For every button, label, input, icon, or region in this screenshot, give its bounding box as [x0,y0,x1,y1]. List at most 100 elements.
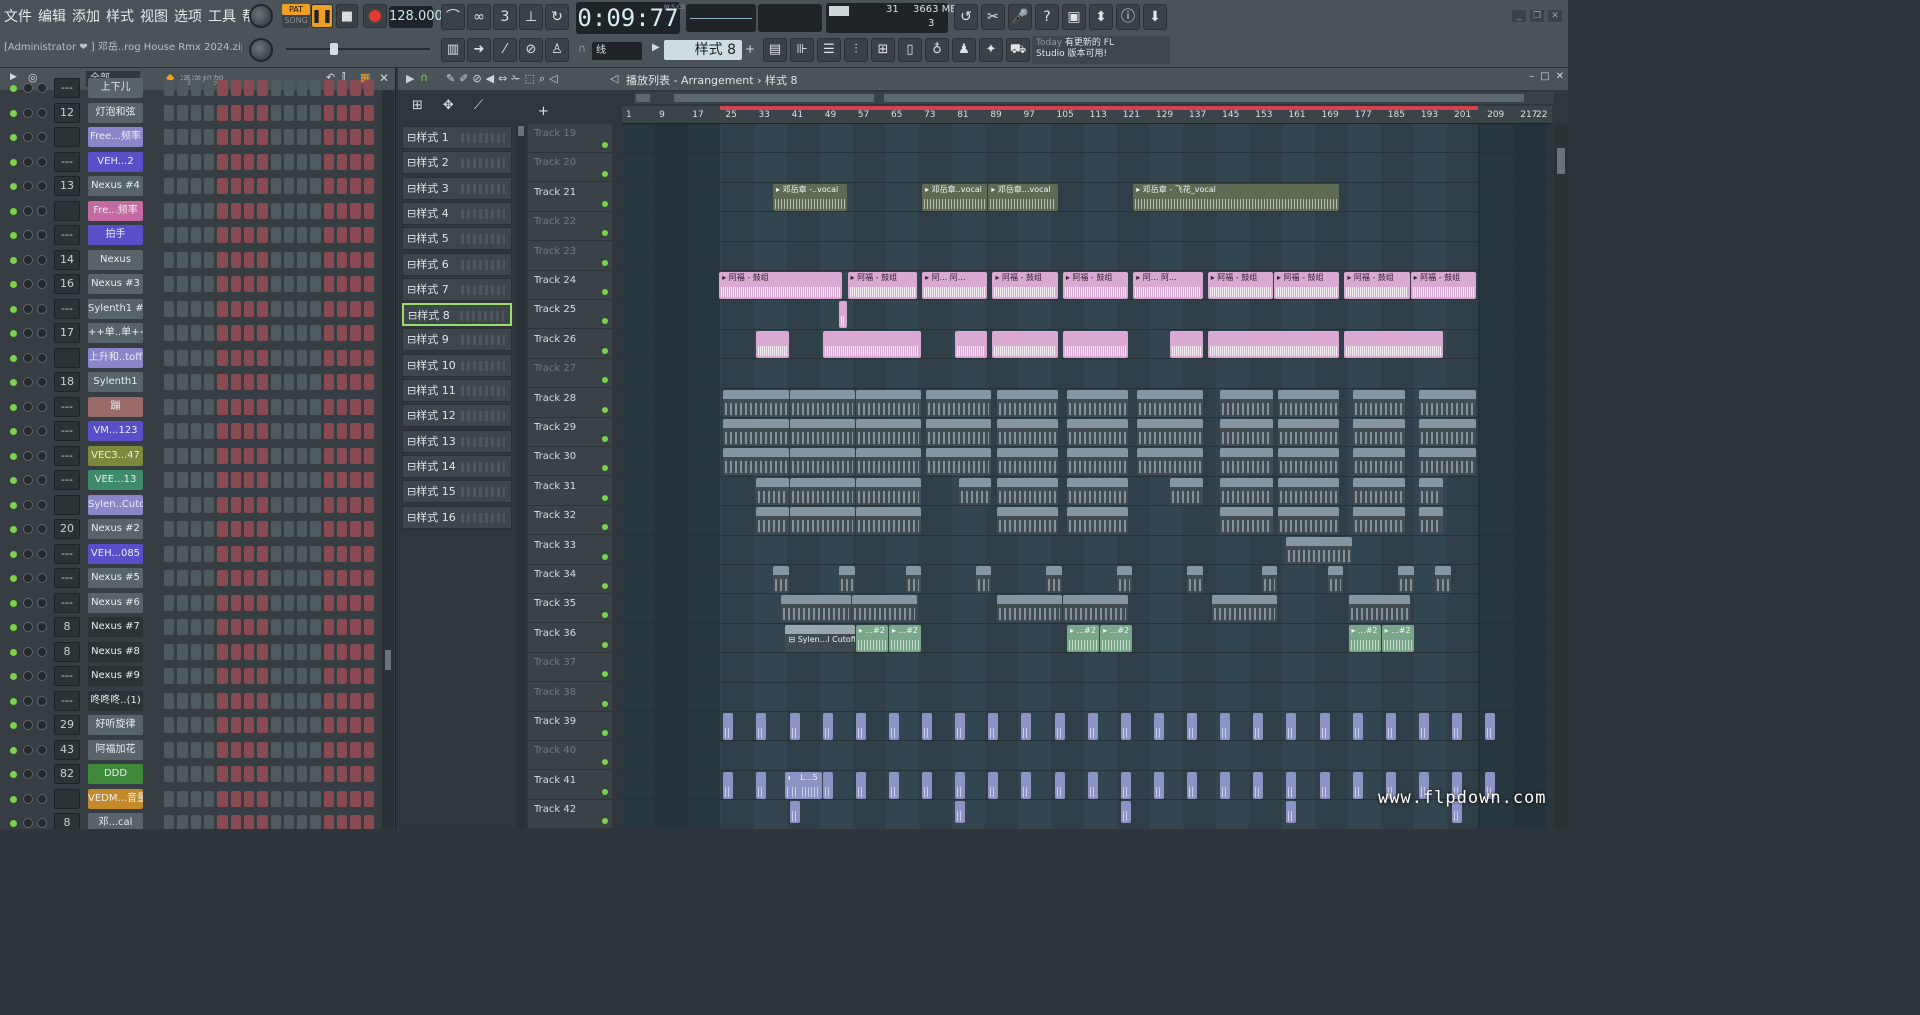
mute-icon[interactable]: ◀ [486,72,494,86]
playlist-clip[interactable]: ▸ 邓岳章 -..vocal [773,183,847,211]
channel-mixer-track[interactable] [54,347,80,368]
prev-pattern-icon[interactable]: ▶ [652,42,660,53]
step-button[interactable] [270,374,281,390]
maximize-icon[interactable]: □ [1540,71,1549,82]
playlist-clip[interactable] [839,301,847,329]
track-mute-led-icon[interactable] [602,289,608,295]
playlist-clip[interactable]: ▸ 邓岳章...vocal [988,183,1058,211]
track-mute-led-icon[interactable] [602,406,608,413]
step-button[interactable] [164,227,175,243]
playlist-vertical-scrollbar[interactable] [1554,124,1568,829]
playlist-clip[interactable]: ▸ 阿福 - 鼓组 [1062,272,1129,299]
step-button[interactable] [177,104,188,121]
playlist-clip[interactable] [1046,566,1062,593]
step-button[interactable] [310,545,321,562]
one-shot-clip[interactable] [1286,801,1297,824]
step-button[interactable] [283,815,295,829]
step-button[interactable] [164,741,175,758]
playlist-clip[interactable] [1398,566,1414,593]
help-button[interactable]: ? [1035,4,1059,30]
one-shot-clip[interactable] [756,771,767,799]
channel-led-icon[interactable] [10,722,17,729]
step-button[interactable] [243,741,255,758]
one-shot-clip[interactable] [723,713,734,740]
track-header[interactable]: Track 33 [528,536,612,565]
channel-volume-knob[interactable] [37,377,47,387]
step-button[interactable] [257,766,268,782]
step-button[interactable] [177,129,188,145]
step-button[interactable] [203,619,215,635]
step-button[interactable] [164,643,175,660]
step-button[interactable] [363,178,374,194]
channel-pan-knob[interactable] [23,279,33,289]
one-shot-clip[interactable] [1286,771,1297,799]
step-button[interactable] [363,80,374,96]
playlist-clip[interactable]: ▸ ...#2 [1381,624,1414,652]
track-mute-led-icon[interactable] [602,700,608,707]
channel-pan-knob[interactable] [23,769,33,779]
pattern-item[interactable]: ⊟样式 14 [402,454,512,478]
step-button[interactable] [257,545,268,562]
step-button[interactable] [190,202,201,219]
channel-mixer-track[interactable]: --- [54,568,80,588]
step-button[interactable] [177,251,188,268]
channel-pan-knob[interactable] [23,475,33,485]
step-button[interactable] [283,300,295,317]
step-button[interactable] [270,80,281,96]
step-button[interactable] [337,251,348,268]
step-button[interactable] [363,104,374,121]
step-button[interactable] [203,276,215,292]
slip-icon[interactable]: ⇔ [498,72,507,86]
step-button[interactable] [270,594,281,611]
step-button[interactable] [310,300,321,317]
channel-led-icon[interactable] [10,109,17,117]
playlist-clip[interactable] [1170,330,1203,358]
track-mute-led-icon[interactable] [602,524,608,531]
step-button[interactable] [257,619,268,635]
step-button[interactable] [283,202,295,219]
step-button[interactable] [337,496,348,513]
step-button[interactable] [363,153,374,170]
step-button[interactable] [177,374,188,390]
step-button[interactable] [323,104,335,121]
track-mute-led-icon[interactable] [602,583,608,589]
step-button[interactable] [363,496,374,513]
step-button[interactable] [270,717,281,733]
step-button[interactable] [164,276,175,292]
step-button[interactable] [177,668,188,684]
channel-row[interactable]: --- VEH...2 [0,150,382,174]
channel-name-button[interactable]: VEH...2 [88,151,143,172]
step-button[interactable] [270,325,281,341]
channel-row[interactable]: 8 邓...cal [0,811,382,829]
channel-led-icon[interactable] [10,379,17,386]
step-button[interactable] [177,643,188,660]
step-button[interactable] [270,619,281,635]
step-sequencer[interactable] [164,619,374,635]
channel-mixer-track[interactable]: --- [54,298,80,319]
step-button[interactable] [177,815,188,829]
channel-volume-knob[interactable] [37,818,47,828]
channel-pan-knob[interactable] [23,450,33,461]
step-button[interactable] [190,741,201,758]
step-button[interactable] [323,227,335,243]
step-button[interactable] [177,521,188,537]
step-button[interactable] [310,643,321,660]
channel-name-button[interactable]: Nexus #2 [88,519,143,539]
one-shot-clip[interactable] [1087,771,1098,799]
step-button[interactable] [230,178,241,194]
channel-pan-knob[interactable] [23,573,33,583]
one-shot-clip[interactable] [1120,771,1131,799]
step-button[interactable] [297,619,308,635]
step-button[interactable] [177,300,188,317]
step-button[interactable] [337,472,348,488]
step-button[interactable] [243,447,255,464]
playlist-clip[interactable]: ⊟ 样式 5 [1137,448,1203,476]
channel-pan-knob[interactable] [23,499,33,510]
step-button[interactable] [323,276,335,292]
one-shot-clip[interactable] [1385,713,1396,740]
step-button[interactable] [323,374,335,390]
channel-mixer-track[interactable]: --- [54,666,80,686]
step-button[interactable] [337,153,348,170]
menu-add[interactable]: 添加 [70,6,102,26]
channel-row[interactable]: 29 好听旋律 [0,713,382,737]
